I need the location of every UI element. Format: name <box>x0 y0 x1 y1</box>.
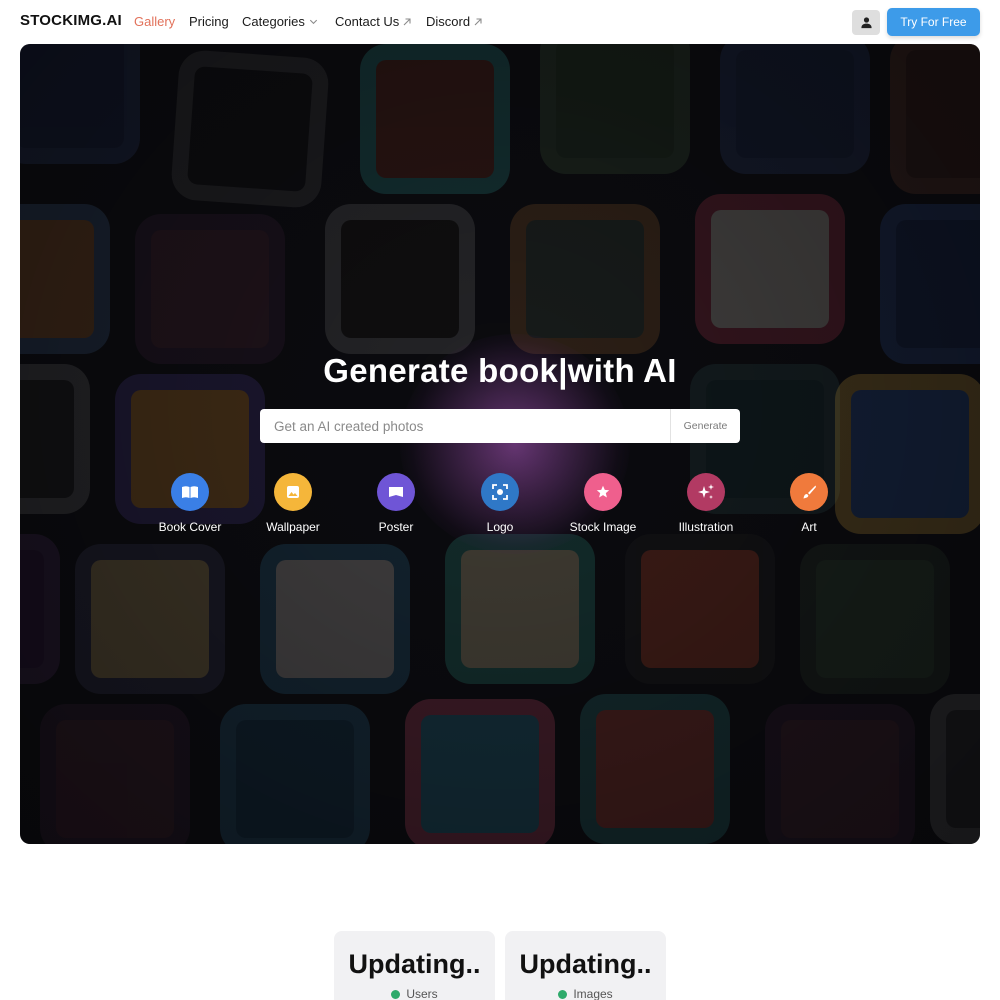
hero-section: Generate book|with AI Generate Book Cove… <box>20 44 980 844</box>
stat-value: Updating.. <box>348 949 481 979</box>
category-poster[interactable]: Poster <box>346 473 446 534</box>
stat-label: Users <box>406 987 438 1000</box>
prompt-search-bar: Generate <box>260 409 740 443</box>
category-label: Logo <box>486 520 514 534</box>
category-label: Stock Image <box>569 520 637 534</box>
focus-icon <box>481 473 519 511</box>
stat-caption: Users <box>334 987 495 1000</box>
star-icon <box>584 473 622 511</box>
chevron-down-icon <box>309 19 317 25</box>
category-label: Wallpaper <box>266 520 320 534</box>
category-logo[interactable]: Logo <box>450 473 550 534</box>
nav-pricing-label: Pricing <box>189 14 229 29</box>
brand-logo[interactable]: STOCKIMG.AI <box>20 12 122 29</box>
nav-gallery-label: Gallery <box>134 14 176 29</box>
stat-caption: Images <box>505 987 666 1000</box>
nav-discord-link[interactable]: Discord <box>426 14 483 29</box>
status-dot-icon <box>558 989 568 999</box>
prompt-input[interactable] <box>260 409 670 443</box>
nav-contact-link[interactable]: Contact Us <box>335 14 412 29</box>
stat-card-images: Updating.. Images <box>505 931 666 1000</box>
category-book-cover[interactable]: Book Cover <box>140 473 240 534</box>
brush-icon <box>790 473 828 511</box>
stat-card-users: Updating.. Users <box>334 931 495 1000</box>
hero-title: Generate book|with AI <box>323 352 677 389</box>
image-icon <box>274 473 312 511</box>
category-label: Art <box>801 520 817 534</box>
generate-button[interactable]: Generate <box>670 409 740 443</box>
flag-icon <box>377 473 415 511</box>
stat-label: Images <box>573 987 613 1000</box>
hero-overlay <box>20 44 980 844</box>
category-wallpaper[interactable]: Wallpaper <box>243 473 343 534</box>
nav-categories-label: Categories <box>242 14 305 29</box>
nav-discord-label: Discord <box>426 14 471 29</box>
category-label: Book Cover <box>158 520 222 534</box>
status-dot-icon <box>391 989 401 999</box>
category-art[interactable]: Art <box>759 473 859 534</box>
top-navbar: STOCKIMG.AI Gallery Pricing Categories C… <box>0 0 1000 44</box>
category-stock-image[interactable]: Stock Image <box>553 473 653 534</box>
try-for-free-button[interactable]: Try For Free <box>887 8 980 36</box>
account-button[interactable] <box>852 10 880 35</box>
external-link-icon <box>474 17 482 25</box>
stat-value: Updating.. <box>519 949 652 979</box>
book-icon <box>171 473 209 511</box>
nav-contact-label: Contact Us <box>335 14 400 29</box>
sparkles-icon <box>687 473 725 511</box>
external-link-icon <box>403 17 411 25</box>
category-label: Illustration <box>678 520 734 534</box>
category-label: Poster <box>378 520 414 534</box>
nav-gallery-link[interactable]: Gallery <box>134 14 175 29</box>
category-illustration[interactable]: Illustration <box>656 473 756 534</box>
nav-pricing-link[interactable]: Pricing <box>189 14 229 29</box>
nav-categories-dropdown[interactable]: Categories <box>242 14 319 29</box>
user-icon <box>860 17 872 29</box>
